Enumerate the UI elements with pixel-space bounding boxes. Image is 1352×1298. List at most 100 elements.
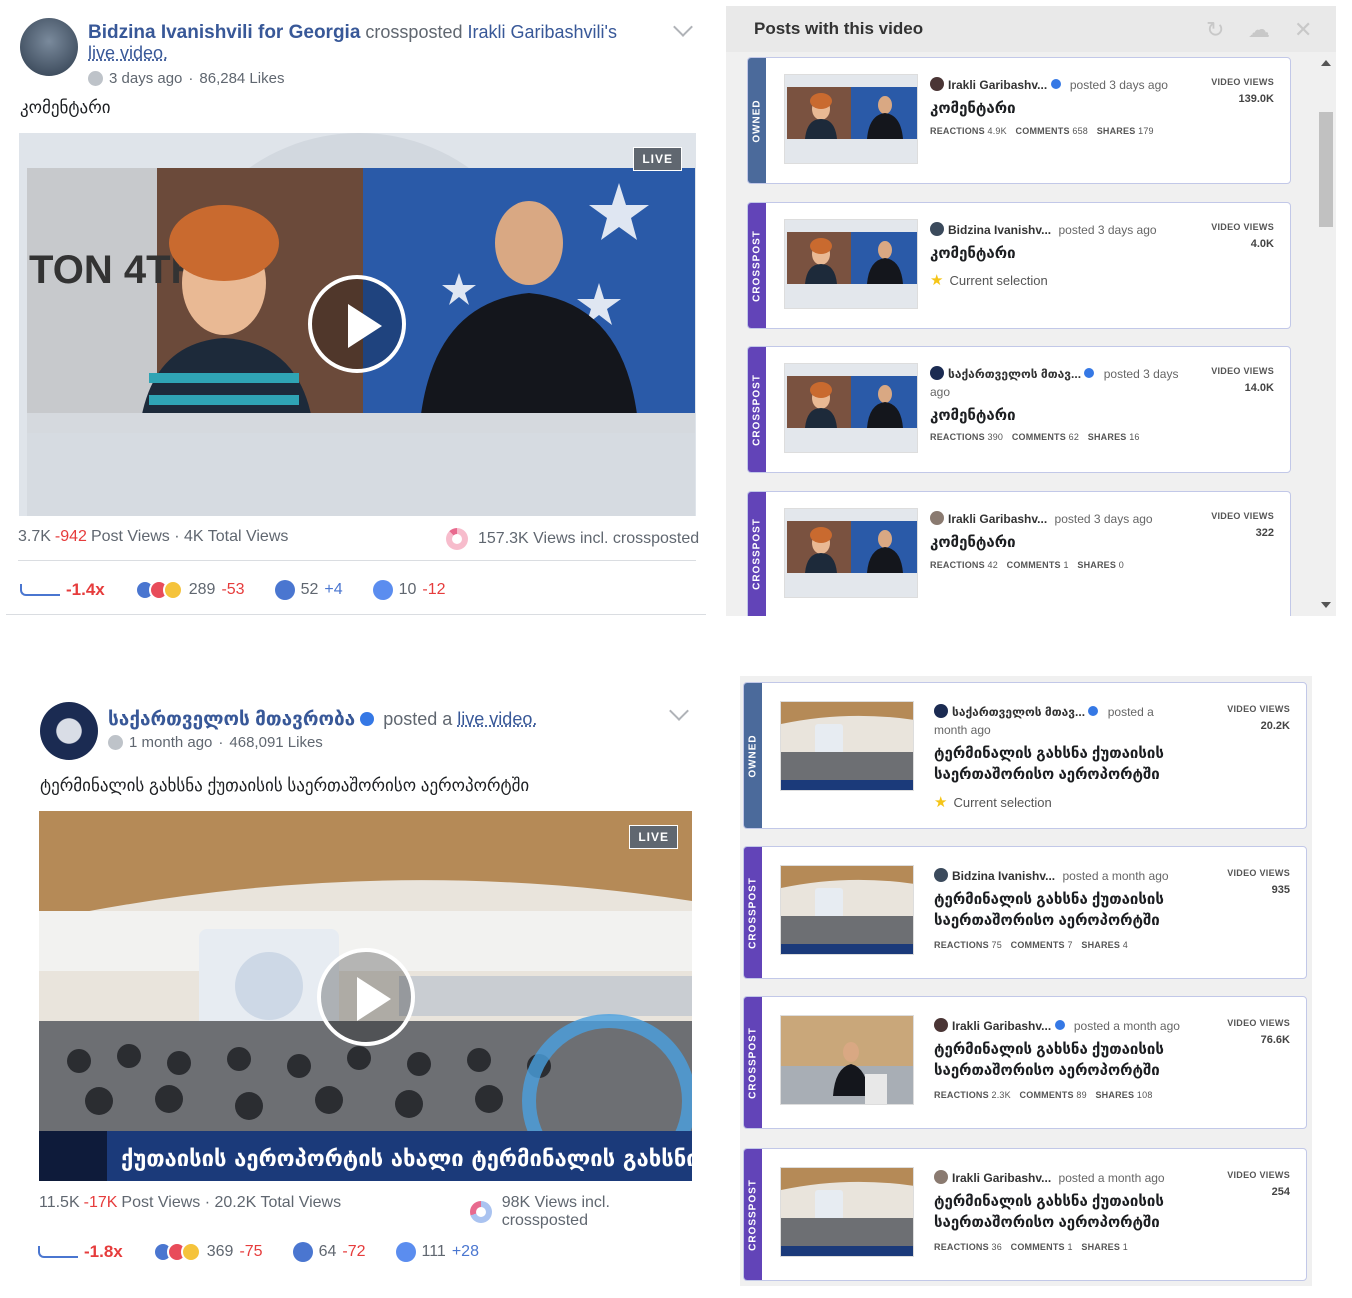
crosspost-tag: CROSSPOST: [748, 347, 766, 472]
play-button[interactable]: [308, 275, 406, 373]
verified-badge-icon: [1084, 368, 1095, 378]
card-title: კომენტარი: [930, 407, 1016, 424]
video-player[interactable]: TON 4TH LIVE: [19, 133, 696, 516]
shares-value: 10: [398, 581, 417, 598]
posts-with-video-panel-2: OWNED საქართველოს მთავ... posted a month…: [740, 676, 1312, 1286]
globe-icon: [88, 71, 103, 86]
page-avatar[interactable]: [20, 18, 78, 76]
comments-metric[interactable]: 52 +4: [274, 580, 343, 600]
post-text: ტერმინალის გახსნა ქუთაისის საერთაშორისო …: [40, 776, 530, 795]
chevron-down-icon[interactable]: [673, 17, 693, 37]
video-post-card[interactable]: CROSSPOST Irakli Garibashv... posted a m…: [743, 996, 1307, 1129]
post-views-delta: -17K: [83, 1194, 118, 1211]
crossposted-views-value: 157.3K Views incl. crossposted: [478, 530, 700, 547]
close-icon[interactable]: ✕: [1294, 19, 1312, 41]
panel-header: Posts with this video ↻ ☁ ✕: [726, 6, 1336, 52]
views-pie-icon: [470, 1201, 492, 1223]
refresh-icon[interactable]: ↻: [1206, 19, 1224, 41]
page-likes: 86,284 Likes: [199, 70, 285, 87]
card-author: Irakli Garibashv... posted 3 days ago: [930, 76, 1168, 94]
card-title: ტერმინალის გახსნა ქუთაისის საერთაშორისო ა…: [934, 891, 1164, 929]
video-thumbnail[interactable]: [784, 363, 918, 453]
page-avatar[interactable]: [40, 702, 98, 760]
shares-metric[interactable]: 10 -12: [372, 580, 446, 600]
comments-value: 64: [318, 1243, 337, 1260]
video-thumbnail[interactable]: [784, 219, 918, 309]
video-thumbnail[interactable]: [780, 1015, 914, 1105]
video-player[interactable]: ქუთაისის აეროპორტის ახალი ტერმინალის გახ…: [39, 811, 692, 1181]
card-stats: REACTIONS 2.3K COMMENTS 89 SHARES 108: [934, 1090, 1153, 1100]
verified-badge-icon: [1050, 79, 1061, 89]
video-post-card[interactable]: CROSSPOST Irakli Garibashv... posted 3 d…: [747, 491, 1291, 616]
card-author: საქართველოს მთავ... posted 3 days ago: [930, 366, 1179, 399]
reactions-value: 369: [206, 1243, 234, 1260]
page-name-link[interactable]: Bidzina Ivanishvili for Georgia: [88, 22, 360, 43]
chevron-down-icon[interactable]: [669, 701, 689, 721]
video-post-card[interactable]: CROSSPOST Irakli Garibashv... posted a m…: [743, 1148, 1307, 1281]
comments-delta: +4: [324, 581, 343, 598]
post-header-text: Bidzina Ivanishvili for Georgia crosspos…: [88, 22, 648, 64]
post-views-value: 3.7K: [18, 528, 51, 545]
comments-metric[interactable]: 64 -72: [292, 1242, 366, 1262]
live-badge: LIVE: [629, 825, 678, 849]
video-post-card[interactable]: OWNED Irakli Garibashv... posted 3 days …: [747, 57, 1291, 184]
card-stats: REACTIONS 75 COMMENTS 7 SHARES 4: [934, 940, 1129, 950]
video-thumbnail[interactable]: [780, 701, 914, 791]
video-post-card[interactable]: OWNED საქართველოს მთავ... posted a month…: [743, 682, 1307, 829]
scrollbar-thumb[interactable]: [1319, 112, 1333, 227]
video-thumbnail[interactable]: [784, 508, 918, 598]
play-button[interactable]: [317, 948, 415, 1046]
post-views-label: Post Views · 4K Total Views: [90, 528, 289, 545]
video-views: VIDEO VIEWS 4.0K: [1211, 222, 1274, 250]
multiplier-metric[interactable]: -1.4x: [20, 580, 105, 600]
crosspost-tag: CROSSPOST: [744, 997, 762, 1128]
card-author: Irakli Garibashv... posted a month ago: [934, 1169, 1165, 1187]
card-title: ტერმინალის გახსნა ქუთაისის საერთაშორისო ა…: [934, 745, 1164, 783]
card-title: კომენტარი: [930, 534, 1016, 551]
post-action: crossposted: [365, 22, 463, 42]
author-avatar: [934, 1018, 948, 1032]
video-post-card[interactable]: CROSSPOST Bidzina Ivanishv... posted 3 d…: [747, 202, 1291, 329]
post-meta: 3 days ago · 86,284 Likes: [88, 70, 284, 87]
post-time[interactable]: 3 days ago: [109, 70, 182, 87]
post-views-value: 11.5K: [39, 1194, 80, 1211]
metrics-row: -1.8x 369 -75 64 -72 111 +28: [38, 1242, 509, 1262]
scrollbar[interactable]: [1316, 52, 1336, 616]
video-views: VIDEO VIEWS 322: [1211, 511, 1274, 539]
video-thumbnail[interactable]: [784, 74, 918, 164]
post-action: posted a: [383, 709, 453, 729]
shares-metric[interactable]: 111 +28: [395, 1242, 479, 1262]
sparkline-icon: [20, 584, 60, 596]
reactions-metric[interactable]: 369 -75: [152, 1242, 263, 1262]
verified-badge-icon: [360, 712, 375, 726]
verified-badge-icon: [1054, 1020, 1065, 1030]
video-post-card[interactable]: CROSSPOST საქართველოს მთავ... posted 3 d…: [747, 346, 1291, 473]
video-views: VIDEO VIEWS 76.6K: [1227, 1018, 1290, 1046]
scroll-down-icon[interactable]: [1321, 602, 1331, 608]
crossposted-views: 98K Views incl. crossposted: [470, 1194, 698, 1230]
crosspost-tag: CROSSPOST: [748, 203, 766, 328]
scroll-up-icon[interactable]: [1321, 60, 1331, 66]
post-header-text: საქართველოს მთავრობა posted a live video…: [108, 709, 668, 730]
target-page-link[interactable]: Irakli Garibashvili's: [468, 22, 617, 42]
reactions-delta: -53: [221, 581, 245, 598]
reactions-icon: [152, 1242, 201, 1262]
multiplier-value: -1.8x: [84, 1242, 123, 1261]
live-video-link[interactable]: live video.: [88, 43, 168, 63]
live-video-link[interactable]: live video.: [457, 709, 537, 729]
video-thumbnail[interactable]: [780, 1167, 914, 1257]
cloud-download-icon[interactable]: ☁: [1248, 19, 1270, 41]
reactions-metric[interactable]: 289 -53: [134, 580, 245, 600]
post-views: 3.7K -942 Post Views · 4K Total Views: [18, 528, 288, 546]
video-post-card[interactable]: CROSSPOST Bidzina Ivanishv... posted a m…: [743, 846, 1307, 979]
current-selection: ★ Current selection: [930, 272, 1048, 289]
multiplier-metric[interactable]: -1.8x: [38, 1242, 123, 1262]
post-time[interactable]: 1 month ago: [129, 734, 212, 751]
verified-badge-icon: [1088, 706, 1099, 716]
live-badge: LIVE: [633, 147, 682, 171]
page-name-link[interactable]: საქართველოს მთავრობა: [108, 709, 355, 730]
video-thumbnail[interactable]: [780, 865, 914, 955]
post-meta: 1 month ago · 468,091 Likes: [108, 734, 323, 751]
post-views-label: Post Views · 20.2K Total Views: [121, 1194, 342, 1211]
multiplier-value: -1.4x: [66, 580, 105, 599]
